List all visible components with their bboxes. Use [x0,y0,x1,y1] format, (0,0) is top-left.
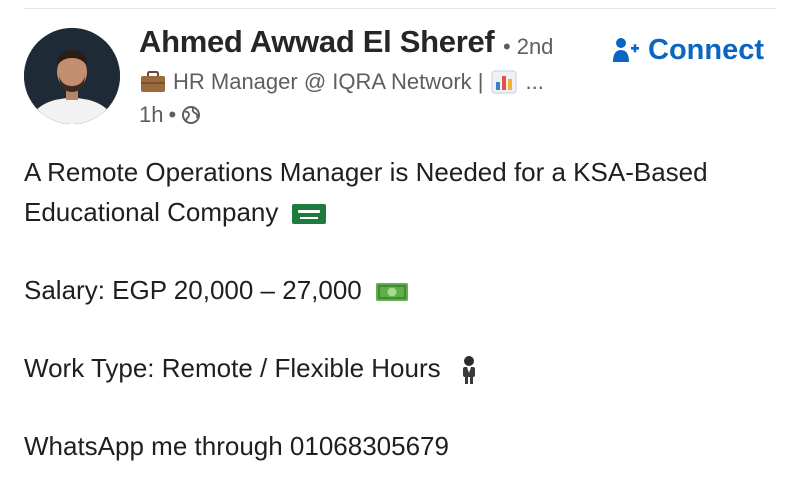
post-meta: 1h • [139,102,201,128]
bar-chart-icon [491,70,517,94]
post-title-line2: Educational Company [24,197,279,227]
contact-text[interactable]: WhatsApp me through 01068305679 [24,431,449,461]
post-line-work-type: Work Type: Remote / Flexible Hours [24,348,784,388]
post-title-line1: A Remote Operations Manager is Needed fo… [24,157,708,187]
globe-icon [182,106,201,124]
post-line-contact: WhatsApp me through 01068305679 [24,426,784,466]
person-in-suit-icon [462,356,475,385]
headline-text: HR Manager @ IQRA Network | [173,69,484,94]
post-line-title-2: Educational Company [24,192,784,232]
work-type-text: Work Type: Remote / Flexible Hours [24,353,441,383]
add-person-icon [613,38,639,62]
money-icon [376,283,408,302]
post-time: 1h [139,102,164,127]
avatar[interactable] [24,28,120,124]
post-line-title: A Remote Operations Manager is Needed fo… [24,152,784,192]
connect-button[interactable]: Connect [612,32,764,68]
degree-label: 2nd [516,34,554,59]
saudi-flag-icon [291,204,326,225]
post-body: A Remote Operations Manager is Needed fo… [24,152,784,466]
connect-label: Connect [648,33,764,66]
top-divider [24,8,776,9]
author-headline: HR Manager @ IQRA Network | ... [139,69,544,95]
post-line-salary: Salary: EGP 20,000 – 27,000 [24,270,784,310]
degree-separator: • [503,34,511,59]
connection-degree: • 2nd [503,34,553,60]
briefcase-icon [141,71,165,92]
author-name[interactable]: Ahmed Awwad El Sheref [139,24,495,60]
meta-separator: • [168,102,177,127]
headline-ellipsis: ... [525,69,544,94]
salary-text: Salary: EGP 20,000 – 27,000 [24,275,362,305]
